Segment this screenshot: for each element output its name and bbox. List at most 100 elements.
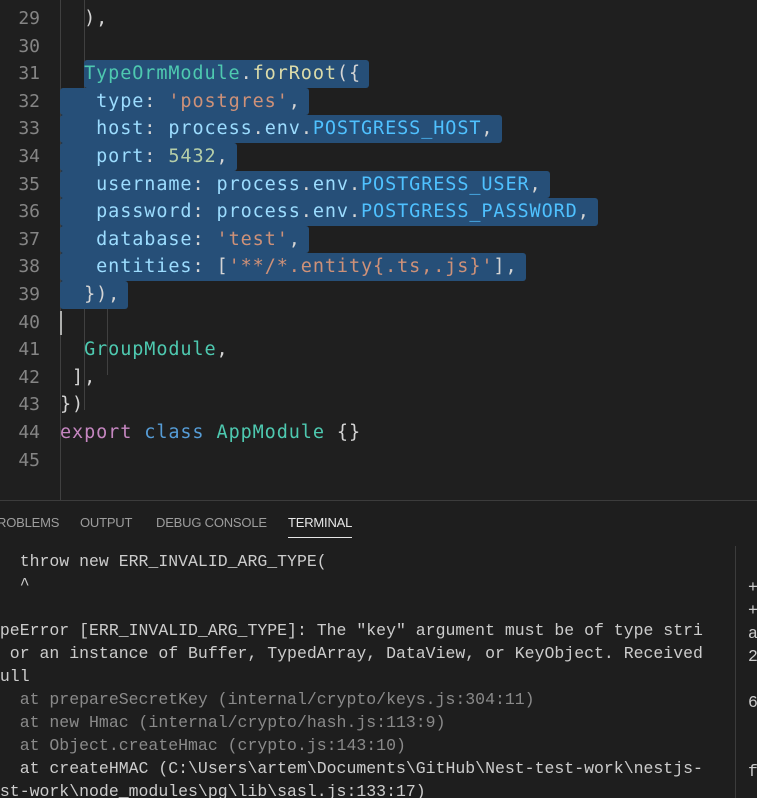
- terminal-line: at prepareSecretKey (internal/crypto/key…: [0, 690, 535, 709]
- side-pane-line: a: [748, 624, 757, 643]
- line-number: 45: [18, 449, 40, 471]
- line-number: 40: [18, 311, 40, 333]
- code-token: ],: [72, 366, 97, 388]
- line-number: 36: [18, 201, 40, 223]
- terminal-line: ypeError [ERR_INVALID_ARG_TYPE]: The "ke…: [0, 621, 703, 640]
- side-pane-line: 6: [748, 693, 757, 712]
- code-token: env: [312, 173, 349, 195]
- code-token: process: [216, 201, 301, 223]
- code-line[interactable]: }),: [84, 281, 120, 309]
- code-line[interactable]: database: 'test',: [96, 226, 301, 254]
- bottom-panel: ROBLEMS OUTPUT DEBUG CONSOLE TERMINAL th…: [0, 500, 757, 798]
- code-token: 'test': [216, 228, 289, 250]
- side-pane-line: +: [748, 578, 757, 597]
- code-token: class: [144, 422, 205, 443]
- text-cursor: [60, 310, 62, 335]
- code-token: ),: [84, 8, 109, 29]
- line-number: 31: [18, 63, 40, 85]
- code-token: :: [144, 146, 169, 167]
- code-token: export: [60, 422, 133, 443]
- tab-output[interactable]: OUTPUT: [80, 515, 132, 530]
- code-token: :: [192, 173, 217, 195]
- tab-debug-console[interactable]: DEBUG CONSOLE: [156, 515, 267, 530]
- code-token: host: [96, 118, 145, 140]
- code-token: .: [300, 173, 313, 195]
- code-token: AppModule: [216, 422, 325, 443]
- terminal-line: throw new ERR_INVALID_ARG_TYPE(: [0, 552, 327, 571]
- tab-problems[interactable]: ROBLEMS: [0, 515, 59, 530]
- code-line[interactable]: export class AppModule {}: [60, 419, 361, 447]
- code-line[interactable]: port: 5432,: [96, 143, 228, 171]
- terminal-line: at new Hmac (internal/crypto/hash.js:113…: [0, 713, 446, 732]
- code-token: POSTGRESS_USER: [361, 173, 530, 195]
- line-number: 37: [18, 228, 40, 250]
- code-token: ,: [577, 201, 590, 223]
- terminal-line: at Object.createHmac (crypto.js:143:10): [0, 736, 406, 755]
- terminal-line: at createHMAC (C:\Users\artem\Documents\…: [0, 759, 703, 778]
- code-line[interactable]: GroupModule,: [84, 336, 228, 364]
- terminal-split-divider[interactable]: [735, 546, 736, 798]
- code-line[interactable]: TypeOrmModule.forRoot({: [84, 60, 361, 88]
- code-token: .: [240, 63, 253, 85]
- code-token: 5432: [168, 146, 217, 167]
- code-token: '**/*.entity{.ts,.js}': [228, 256, 494, 278]
- code-token: 'postgres': [168, 90, 289, 112]
- side-pane-line: 2: [748, 647, 757, 666]
- code-token: env: [312, 201, 349, 223]
- code-token: TypeOrmModule: [84, 63, 241, 85]
- code-token: .: [300, 118, 313, 140]
- code-line[interactable]: }): [60, 391, 84, 419]
- code-token: : [: [192, 256, 229, 278]
- code-token: entities: [96, 256, 193, 278]
- code-editor[interactable]: 29), 30 31 TypeOrmModule.forRoot({32 type: '…: [0, 0, 757, 500]
- code-token: POSTGRESS_HOST: [312, 118, 482, 140]
- line-number: 41: [18, 339, 40, 361]
- code-token: ,: [288, 228, 301, 250]
- terminal-line: null: [0, 667, 30, 686]
- code-token: GroupModule: [84, 339, 217, 361]
- line-number: 33: [18, 118, 40, 140]
- line-number: 30: [18, 35, 40, 57]
- side-pane-line: +: [748, 601, 757, 620]
- code-token: {}: [324, 422, 361, 443]
- line-number: 39: [18, 284, 40, 305]
- terminal-line: g or an instance of Buffer, TypedArray, …: [0, 644, 703, 663]
- code-token: }),: [84, 284, 121, 305]
- line-number: 44: [18, 422, 40, 443]
- code-token: :: [192, 201, 217, 223]
- code-line[interactable]: ],: [72, 364, 96, 392]
- code-token: port: [96, 146, 145, 167]
- code-token: type: [96, 90, 145, 112]
- tab-terminal[interactable]: TERMINAL: [288, 515, 352, 538]
- code-line[interactable]: ),: [84, 5, 108, 33]
- code-token: password: [96, 201, 193, 223]
- code-token: forRoot: [252, 63, 337, 85]
- code-line[interactable]: host: process.env.POSTGRESS_HOST,: [96, 115, 493, 143]
- code-token: .: [252, 118, 265, 140]
- code-token: }): [60, 394, 85, 416]
- code-token: process: [216, 173, 301, 195]
- code-token: database: [96, 228, 193, 250]
- side-pane-line: f: [748, 762, 757, 781]
- code-line[interactable]: type: 'postgres',: [96, 88, 301, 116]
- code-token: :: [144, 90, 169, 112]
- code-line[interactable]: password: process.env.POSTGRESS_PASSWORD…: [96, 198, 590, 226]
- code-token: ({: [336, 63, 361, 85]
- line-number: 35: [18, 173, 40, 195]
- code-token: ,: [216, 339, 229, 361]
- terminal-line: ^: [19, 575, 30, 594]
- code-token: process: [168, 118, 253, 140]
- code-token: username: [96, 173, 193, 195]
- code-token: ,: [481, 118, 494, 140]
- line-number: 43: [18, 394, 40, 416]
- code-token: env: [264, 118, 301, 140]
- code-line[interactable]: entities: ['**/*.entity{.ts,.js}'],: [96, 253, 517, 281]
- code-line[interactable]: username: process.env.POSTGRESS_USER,: [96, 171, 541, 199]
- line-number: 34: [18, 146, 40, 167]
- line-number: 38: [18, 256, 40, 278]
- code-token: ,: [529, 173, 542, 195]
- line-number: 42: [18, 366, 40, 388]
- line-number: 29: [18, 8, 40, 29]
- code-token: ],: [493, 256, 518, 278]
